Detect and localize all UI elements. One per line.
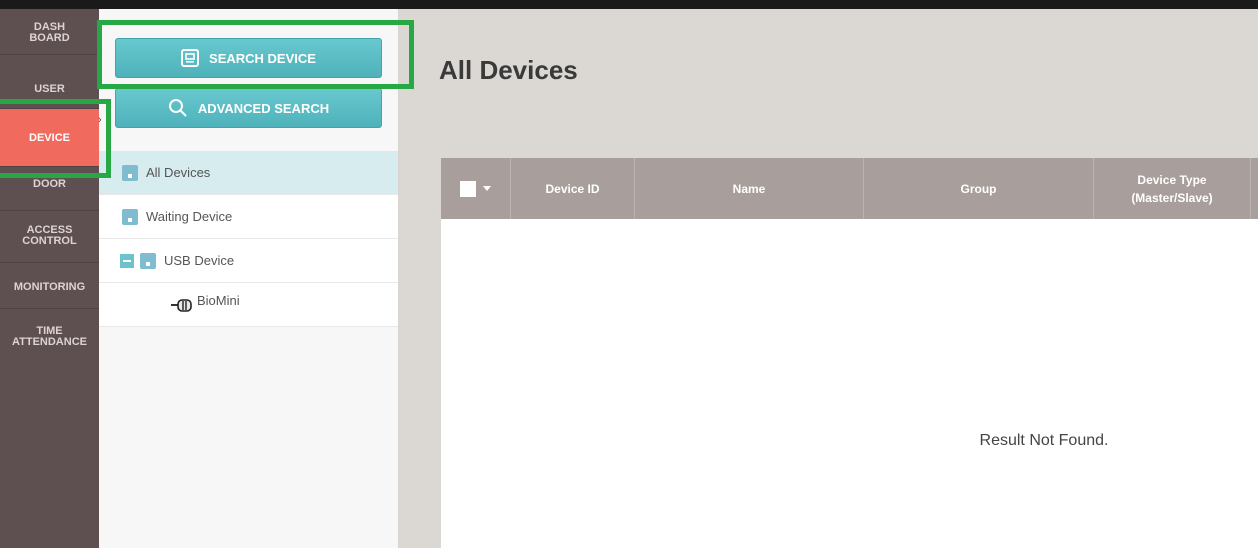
caret-down-icon [483,186,491,191]
tree-item-label: Waiting Device [146,209,233,224]
nav-user-label: USER [34,83,65,95]
page-title: All Devices [439,55,578,85]
device-icon [140,252,156,269]
nav-time-line2: ATTENDANCE [12,336,87,348]
main-content: All Devices Device ID Name Group Device … [399,9,1258,548]
column-name[interactable]: Name [635,158,864,219]
advanced-search-label: ADVANCED SEARCH [197,100,330,116]
select-all-checkbox[interactable] [460,180,476,197]
search-device-button[interactable]: SEARCH DEVICE [115,38,382,78]
tree-item-label: USB Device [164,253,235,268]
tree-item-waiting-device[interactable]: Waiting Device [99,195,398,239]
table-header: Device ID Name Group Device Type (Master… [441,158,1258,219]
device-panel: SEARCH DEVICE ADVANCED SEARCH › All Devi… [98,9,399,548]
column-label: Name [732,181,766,196]
nav-dashboard-line2: BOARD [29,32,70,44]
nav-door[interactable]: DOOR [0,167,99,211]
nav-time-attendance[interactable]: TIME ATTENDANCE [0,309,99,363]
tree-item-label: BioMini [197,292,240,308]
nav-monitoring-label: MONITORING [13,281,86,293]
device-table: Device ID Name Group Device Type (Master… [441,158,1258,548]
nav-user[interactable]: USER [0,55,99,109]
device-tree: All Devices Waiting Device USB Device Bi… [99,151,398,327]
column-device-type[interactable]: Device Type (Master/Slave) [1094,158,1251,219]
column-label: Group [960,181,997,196]
tree-item-biomini[interactable]: BioMini [99,283,398,327]
device-search-icon [181,49,200,67]
advanced-search-button[interactable]: ADVANCED SEARCH [115,88,382,128]
tree-item-label: All Devices [146,165,211,180]
column-label: Device ID [545,181,600,196]
nav-device-label: DEVICE [29,132,70,144]
nav-device[interactable]: DEVICE [0,109,99,167]
collapse-icon[interactable] [120,253,134,268]
select-all-dropdown[interactable] [441,158,511,219]
device-icon [122,164,138,181]
column-next [1251,158,1258,219]
tree-item-usb-device[interactable]: USB Device [99,239,398,283]
empty-message: Result Not Found. [979,432,1109,449]
nav-door-label: DOOR [33,178,66,190]
column-label: Device Type (Master/Slave) [1131,172,1213,205]
device-icon [122,208,138,225]
magnifier-icon [168,99,187,117]
search-device-label: SEARCH DEVICE [209,50,316,66]
nav-monitoring[interactable]: MONITORING [0,263,99,309]
panel-collapse-chevron-icon[interactable]: › [98,114,102,126]
nav-access-line2: CONTROL [22,235,77,247]
tree-item-all-devices[interactable]: All Devices [99,151,398,195]
fingerprint-scanner-icon [171,298,192,312]
column-group[interactable]: Group [864,158,1094,219]
nav-dashboard[interactable]: DASH BOARD [0,9,99,55]
main-nav: DASH BOARD USER DEVICE DOOR ACCESS CONTR… [0,9,99,548]
nav-access-control[interactable]: ACCESS CONTROL [0,211,99,263]
top-bar [0,0,1258,9]
column-device-id[interactable]: Device ID [511,158,635,219]
